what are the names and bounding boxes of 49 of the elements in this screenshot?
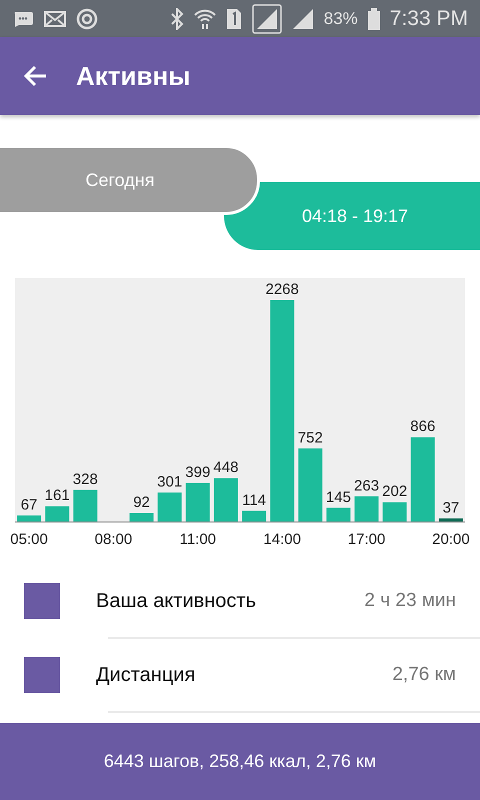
clock: 7:33 PM bbox=[390, 6, 468, 30]
legend-label: Дистанция bbox=[96, 664, 196, 686]
legend-value: 2,76 км bbox=[392, 664, 456, 686]
screen-title: Активны bbox=[76, 60, 190, 92]
bar bbox=[45, 506, 70, 522]
back-button[interactable] bbox=[22, 64, 48, 88]
message-icon bbox=[12, 10, 34, 26]
bar-value: 161 bbox=[44, 487, 70, 504]
bar-value: 114 bbox=[242, 492, 266, 509]
axis-label: 11:00 bbox=[180, 531, 216, 548]
bar bbox=[158, 492, 182, 522]
bar-value: 866 bbox=[410, 418, 436, 436]
legend-value: 2 ч 23 мин bbox=[364, 590, 456, 612]
bar bbox=[73, 490, 98, 522]
bar-value: 67 bbox=[20, 496, 38, 514]
bar bbox=[354, 496, 379, 522]
battery-percent: 83% bbox=[324, 8, 358, 28]
tab[interactable]: 04:18 - 19:17 bbox=[224, 182, 480, 250]
bar bbox=[214, 478, 238, 522]
bar-value: 202 bbox=[382, 483, 408, 500]
battery-icon bbox=[368, 8, 380, 30]
axis-label: 20:00 bbox=[432, 531, 470, 548]
bar-value: 145 bbox=[326, 488, 351, 506]
axis-label: 05:00 bbox=[10, 531, 48, 548]
summary-text: 6443 шагов, 258,46 ккал, 2,76 км bbox=[104, 751, 376, 772]
signal-icon bbox=[252, 4, 282, 34]
bar-value: 328 bbox=[72, 470, 98, 488]
wifi-icon bbox=[194, 8, 216, 30]
bar-value: 301 bbox=[157, 474, 182, 491]
bluetooth-icon bbox=[170, 8, 184, 30]
bar bbox=[186, 482, 210, 522]
bar bbox=[382, 502, 407, 522]
signal-icon bbox=[292, 8, 314, 30]
legend-label: Ваша активность bbox=[96, 590, 257, 612]
bar bbox=[438, 518, 463, 522]
bar-value: 37 bbox=[442, 499, 460, 516]
bar-value: 399 bbox=[185, 464, 210, 481]
tab[interactable]: Сегодня bbox=[0, 145, 260, 215]
bar-value: 92 bbox=[133, 494, 150, 511]
bar-value: 2268 bbox=[266, 281, 299, 298]
bar-value: 752 bbox=[298, 429, 323, 446]
sim-icon bbox=[226, 8, 242, 30]
bar-value: 448 bbox=[213, 459, 238, 476]
sync-icon bbox=[76, 8, 98, 30]
mail-icon bbox=[44, 10, 66, 26]
axis-label: 17:00 bbox=[348, 531, 386, 548]
axis-label: 14:00 bbox=[263, 531, 301, 548]
bar-value: 263 bbox=[354, 477, 380, 494]
axis-label: 08:00 bbox=[94, 531, 132, 548]
